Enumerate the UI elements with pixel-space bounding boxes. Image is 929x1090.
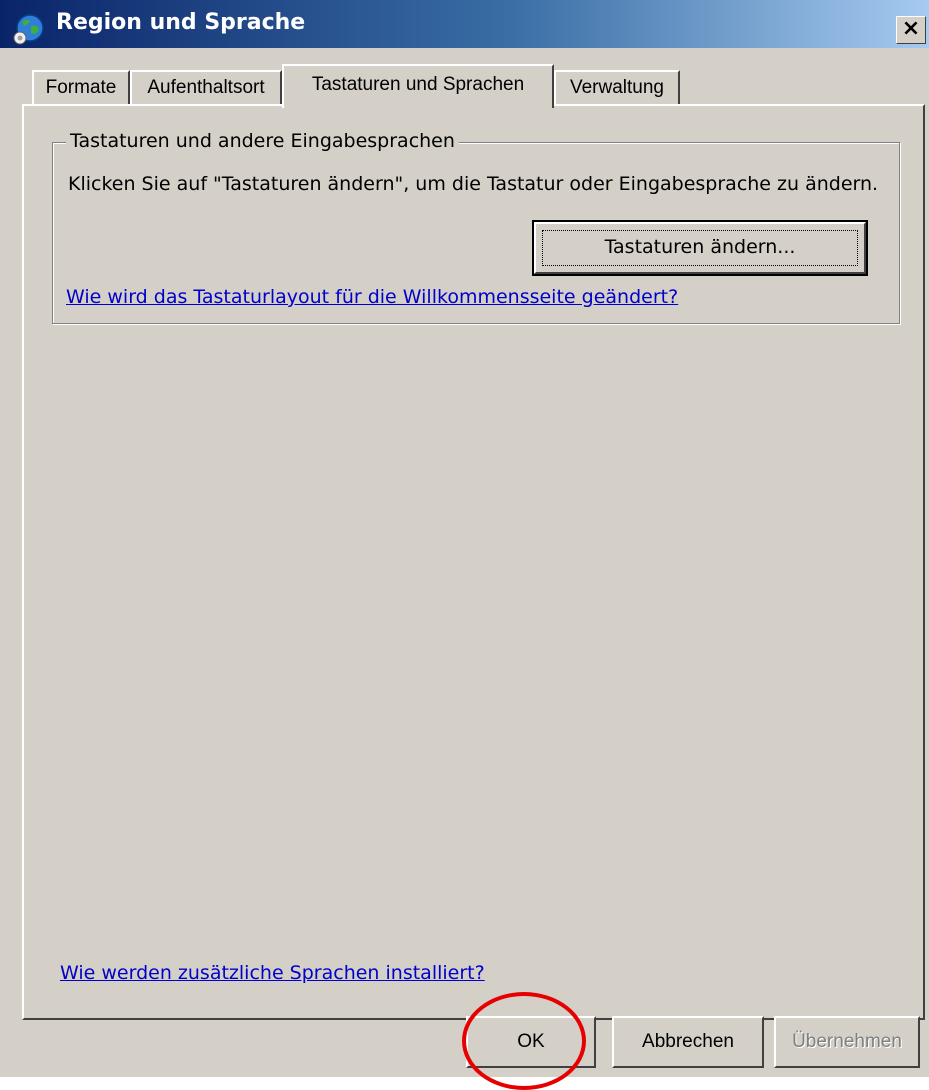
tab-aufenthaltsort[interactable]: Aufenthaltsort [130, 70, 282, 104]
title-bar[interactable]: Region und Sprache × [0, 0, 929, 48]
keyboards-description: Klicken Sie auf "Tastaturen ändern", um … [68, 173, 879, 195]
welcome-layout-link[interactable]: Wie wird das Tastaturlayout für die Will… [66, 286, 678, 308]
tab-label: Verwaltung [569, 77, 664, 98]
groupbox-title: Tastaturen und andere Eingabesprachen [66, 130, 459, 152]
globe-icon [13, 14, 44, 45]
tab-formate[interactable]: Formate [32, 70, 130, 104]
tab-tastaturen-und-sprachen[interactable]: Tastaturen und Sprachen [282, 64, 554, 108]
highlight-circle [462, 992, 586, 1090]
window-title: Region und Sprache [56, 10, 306, 35]
cancel-button[interactable]: Abbrechen [612, 1016, 764, 1068]
install-languages-link[interactable]: Wie werden zusätzliche Sprachen installi… [60, 962, 485, 984]
region-language-dialog: Region und Sprache × Formate Aufenthalts… [0, 0, 929, 1090]
change-keyboards-button[interactable]: Tastaturen ändern... [532, 220, 868, 276]
apply-button[interactable]: Übernehmen [774, 1016, 920, 1068]
tab-verwaltung[interactable]: Verwaltung [554, 70, 680, 104]
tab-label: Tastaturen und Sprachen [311, 74, 525, 95]
change-keyboards-label: Tastaturen ändern... [604, 236, 796, 258]
close-button[interactable]: × [896, 16, 926, 44]
tab-label: Formate [45, 77, 117, 98]
tab-label: Aufenthaltsort [147, 77, 265, 98]
